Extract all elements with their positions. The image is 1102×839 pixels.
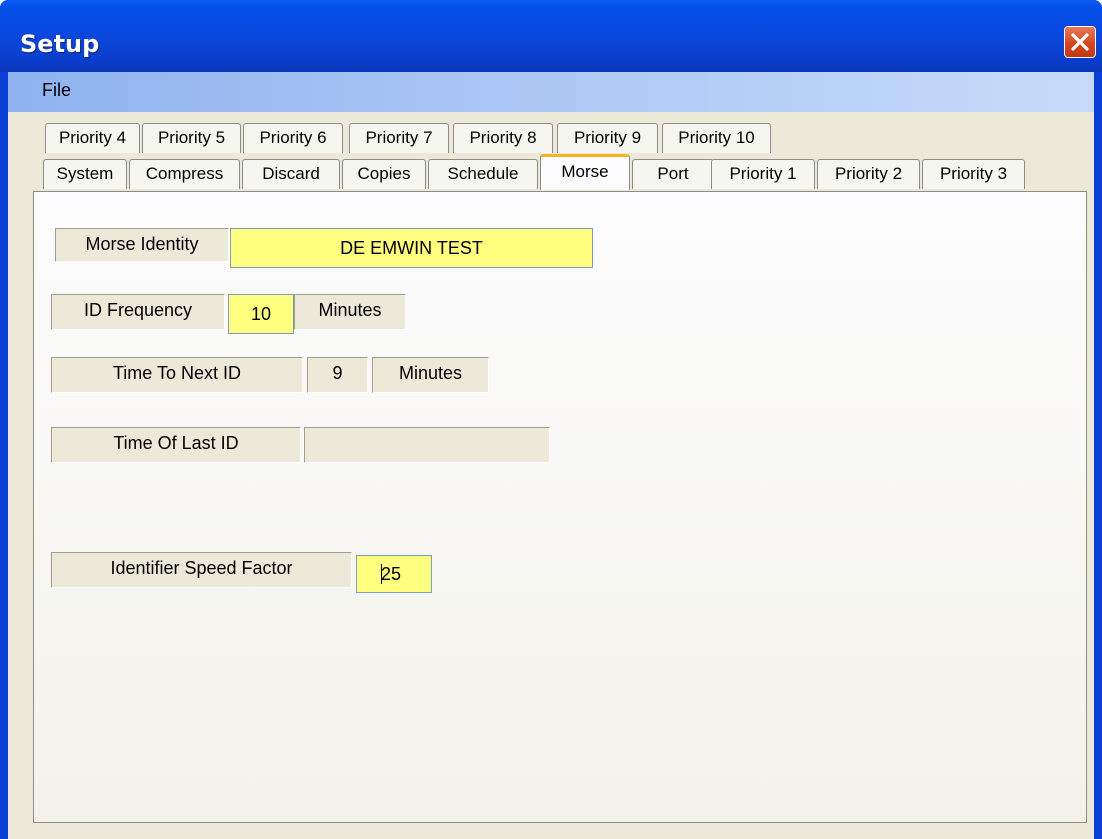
tab-discard[interactable]: Discard <box>242 159 340 189</box>
id-frequency-input[interactable] <box>228 294 294 334</box>
time-of-last-id-label: Time Of Last ID <box>51 427 301 463</box>
window-title: Setup <box>20 30 100 58</box>
title-bar[interactable]: Setup <box>0 0 1102 72</box>
morse-identity-input[interactable] <box>230 228 593 268</box>
morse-tab-panel: Morse Identity ID Frequency Minutes Time… <box>33 191 1087 823</box>
tab-compress[interactable]: Compress <box>129 159 240 189</box>
time-to-next-id-value: 9 <box>307 357 368 393</box>
window-client-area: File Priority 4 Priority 5 Priority 6 Pr… <box>8 72 1094 839</box>
text-caret <box>381 564 382 584</box>
tab-port[interactable]: Port <box>632 159 714 189</box>
tab-priority-7[interactable]: Priority 7 <box>349 123 449 153</box>
time-to-next-id-unit: Minutes <box>372 357 489 393</box>
time-of-last-id-value <box>304 427 550 463</box>
tab-priority-9[interactable]: Priority 9 <box>557 123 658 153</box>
id-frequency-unit: Minutes <box>294 294 406 330</box>
tab-priority-3[interactable]: Priority 3 <box>922 159 1025 189</box>
tab-priority-1[interactable]: Priority 1 <box>711 159 815 189</box>
tab-priority-6[interactable]: Priority 6 <box>243 123 343 153</box>
tab-priority-4[interactable]: Priority 4 <box>45 123 140 153</box>
tab-priority-8[interactable]: Priority 8 <box>453 123 553 153</box>
tab-priority-5[interactable]: Priority 5 <box>142 123 241 153</box>
morse-identity-label: Morse Identity <box>55 228 229 262</box>
menu-file[interactable]: File <box>42 80 71 101</box>
tab-priority-10[interactable]: Priority 10 <box>662 123 771 153</box>
close-button[interactable] <box>1064 26 1096 58</box>
close-icon <box>1071 33 1089 51</box>
tab-system[interactable]: System <box>43 159 127 189</box>
tab-priority-2[interactable]: Priority 2 <box>817 159 920 189</box>
tab-morse[interactable]: Morse <box>540 154 630 190</box>
menu-bar: File <box>8 72 1094 112</box>
time-to-next-id-label: Time To Next ID <box>51 357 303 393</box>
identifier-speed-factor-label: Identifier Speed Factor <box>51 552 352 588</box>
tab-copies[interactable]: Copies <box>342 159 426 189</box>
tab-schedule[interactable]: Schedule <box>428 159 538 189</box>
identifier-speed-factor-input[interactable] <box>356 555 432 593</box>
setup-window: Setup File Priority 4 Priority 5 Priorit… <box>0 0 1102 839</box>
id-frequency-label: ID Frequency <box>51 294 225 330</box>
